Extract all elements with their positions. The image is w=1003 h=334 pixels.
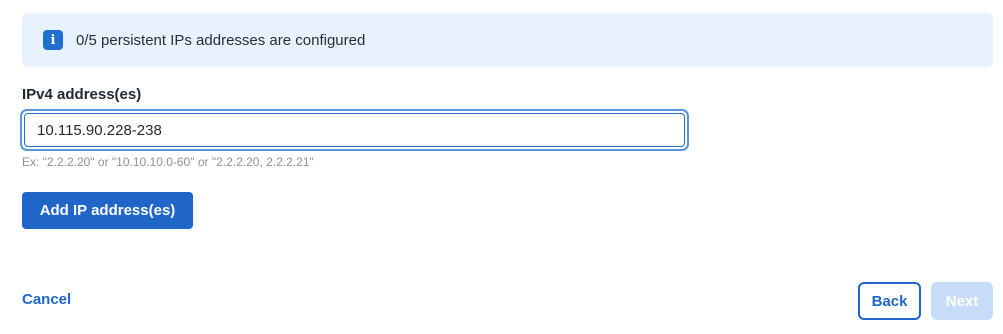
info-banner-text: 0/5 persistent IPs addresses are configu… xyxy=(76,31,366,49)
ipv4-field-hint: Ex: "2.2.2.20" or "10.10.10.0-60" or "2.… xyxy=(22,155,314,169)
ipv4-field-label: IPv4 address(es) xyxy=(22,86,142,103)
info-banner: i 0/5 persistent IPs addresses are confi… xyxy=(22,13,993,67)
back-button[interactable]: Back xyxy=(858,282,921,320)
info-icon: i xyxy=(43,30,63,50)
cancel-button[interactable]: Cancel xyxy=(22,291,71,308)
add-ip-address-button[interactable]: Add IP address(es) xyxy=(22,192,193,229)
next-button[interactable]: Next xyxy=(931,282,993,320)
ipv4-input-focus-ring xyxy=(20,109,689,151)
ipv4-address-input[interactable] xyxy=(24,113,685,147)
